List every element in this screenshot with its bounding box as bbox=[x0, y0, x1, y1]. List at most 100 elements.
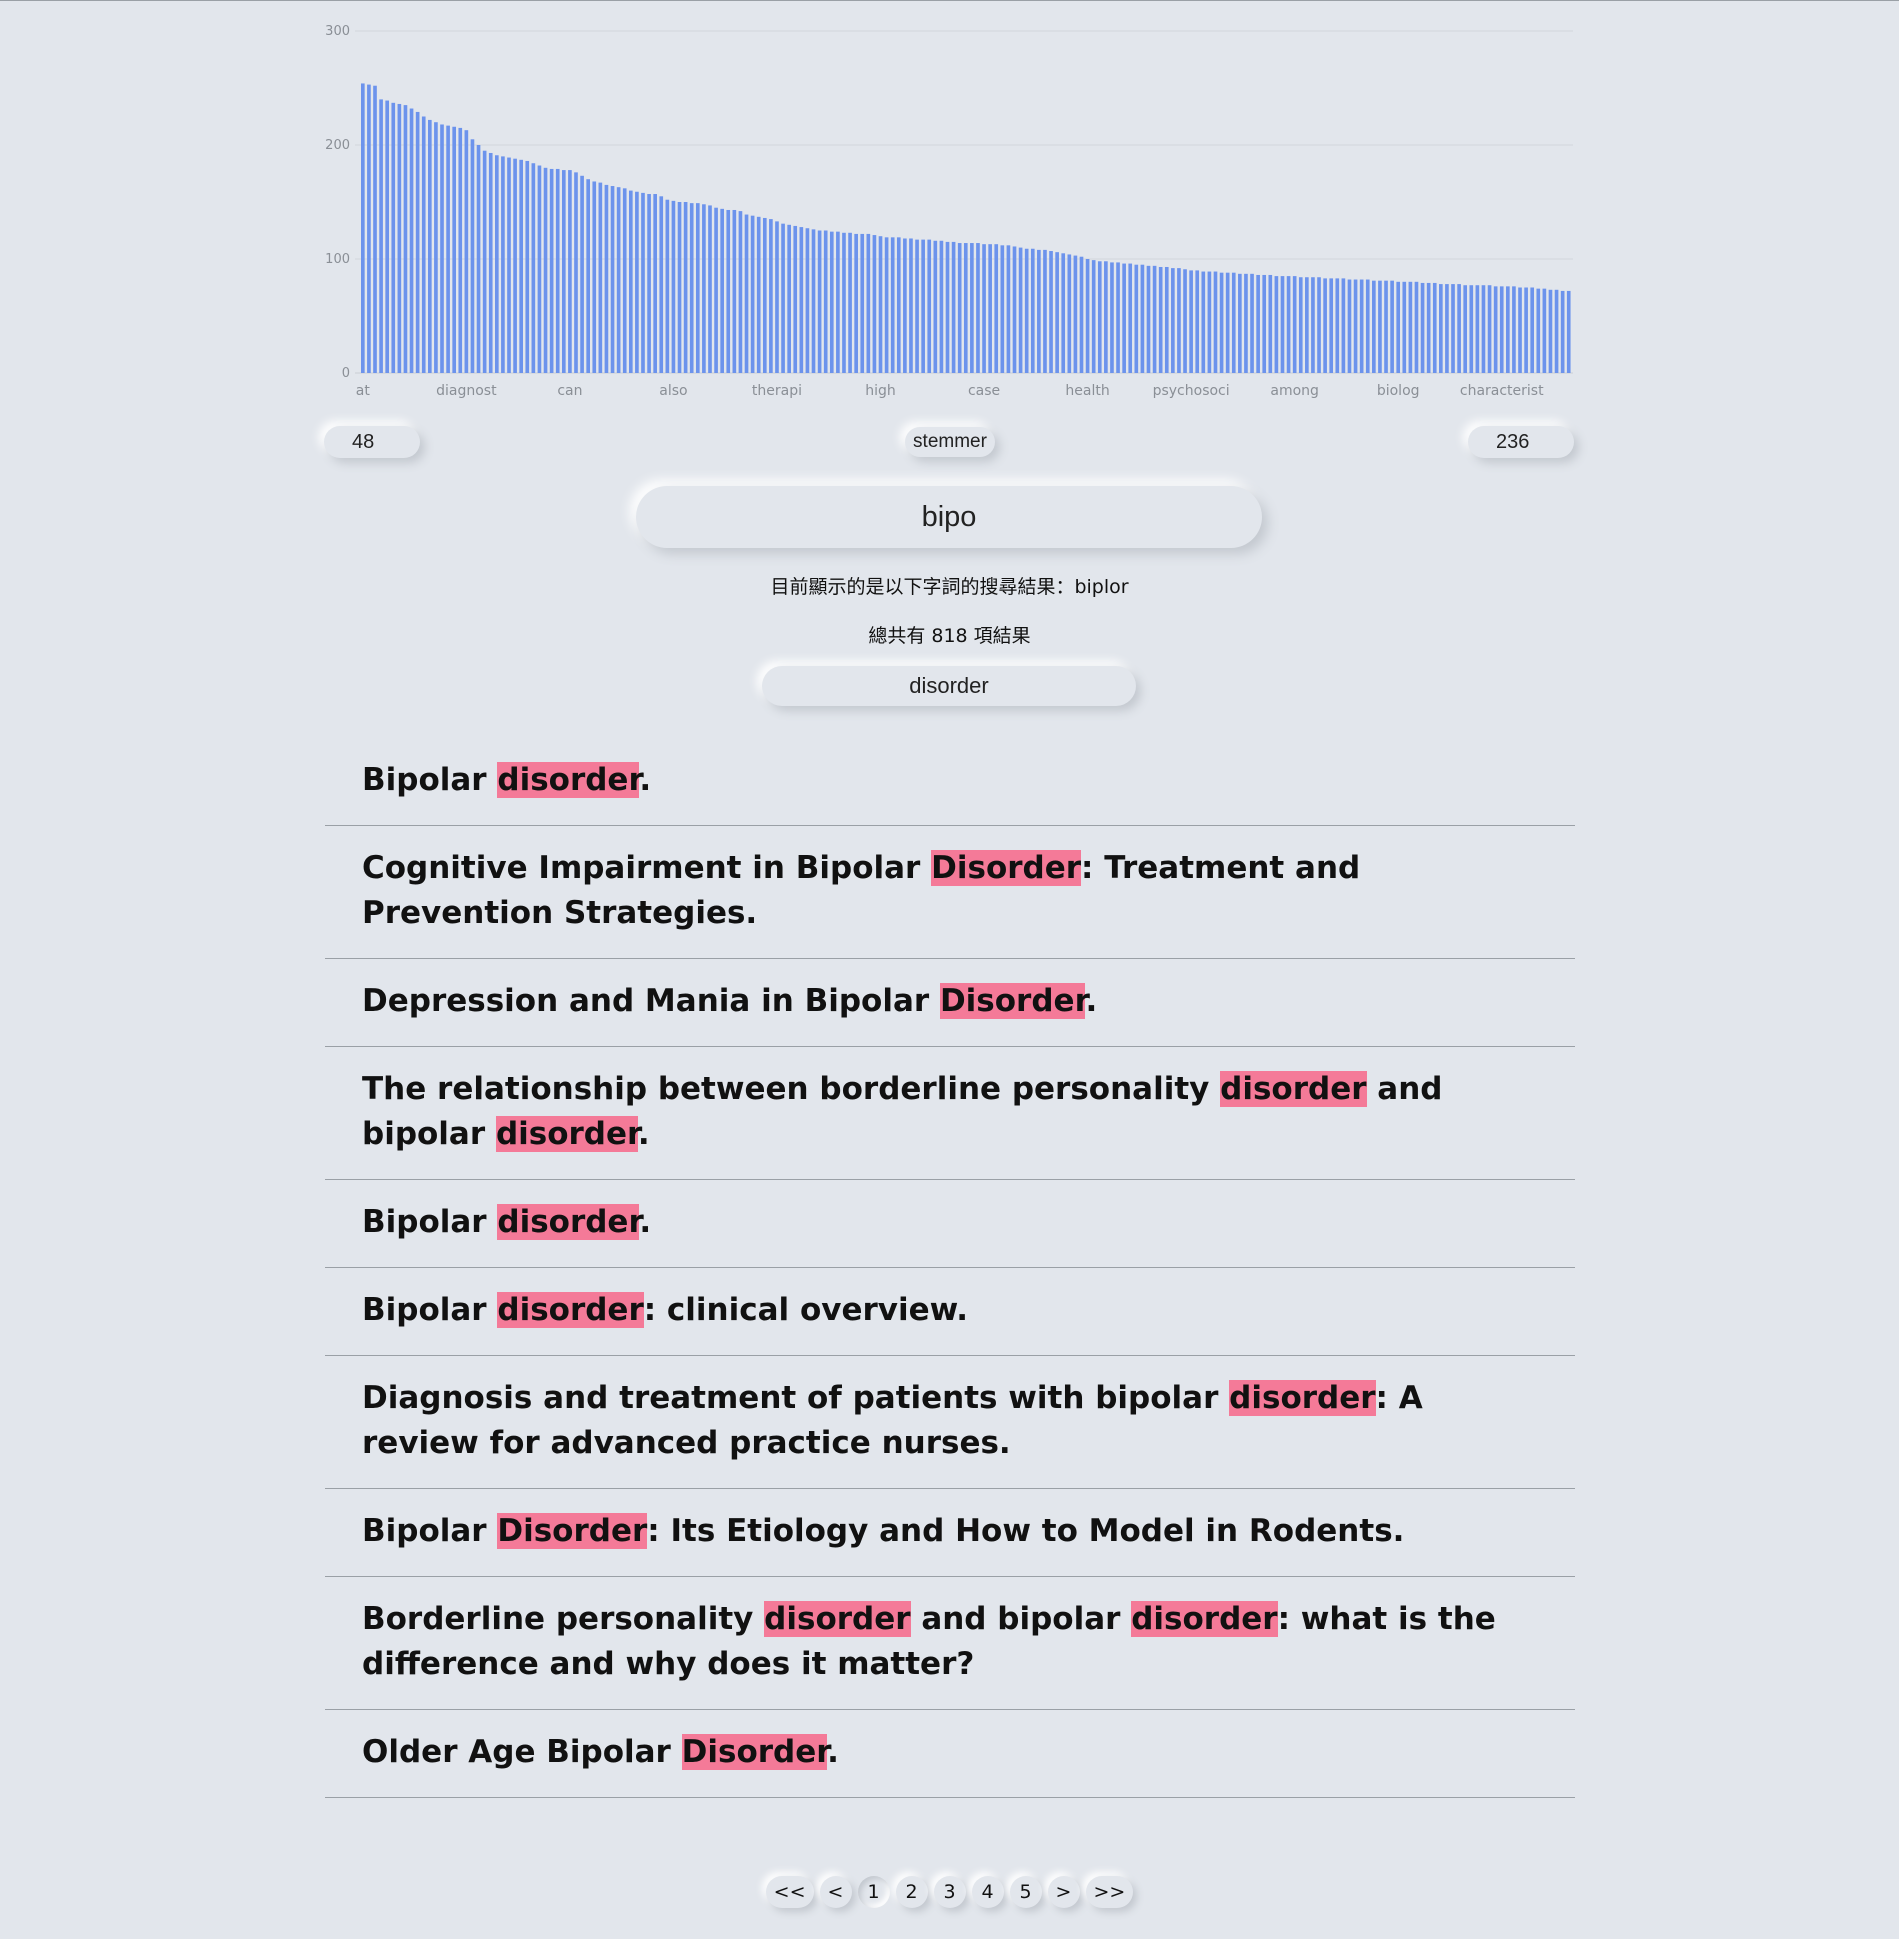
bar[interactable] bbox=[1457, 284, 1461, 373]
bar[interactable] bbox=[1164, 266, 1169, 373]
bar[interactable] bbox=[549, 168, 554, 373]
bar[interactable] bbox=[1049, 251, 1053, 373]
bar[interactable] bbox=[982, 244, 986, 373]
bar[interactable] bbox=[616, 187, 621, 373]
bar[interactable] bbox=[1530, 287, 1535, 374]
bar[interactable] bbox=[488, 152, 493, 373]
bar[interactable] bbox=[653, 194, 657, 373]
bar[interactable] bbox=[1402, 281, 1407, 373]
bar[interactable] bbox=[1378, 280, 1382, 373]
bar[interactable] bbox=[1244, 273, 1248, 373]
bar[interactable] bbox=[440, 124, 444, 373]
result-item[interactable]: Bipolar disorder: clinical overview. bbox=[325, 1268, 1575, 1356]
bar[interactable] bbox=[1536, 288, 1541, 373]
bar[interactable] bbox=[878, 236, 883, 373]
bar[interactable] bbox=[1341, 278, 1346, 373]
bar[interactable] bbox=[531, 163, 536, 373]
bar[interactable] bbox=[720, 208, 724, 373]
bar[interactable] bbox=[494, 155, 499, 373]
bar[interactable] bbox=[726, 209, 731, 373]
bar[interactable] bbox=[1171, 268, 1175, 373]
bar[interactable] bbox=[762, 217, 767, 373]
bar[interactable] bbox=[1499, 286, 1504, 373]
bar[interactable] bbox=[1030, 248, 1035, 373]
bar[interactable] bbox=[519, 159, 523, 373]
bar[interactable] bbox=[1097, 261, 1102, 373]
bar[interactable] bbox=[714, 207, 718, 373]
page-3-button[interactable]: 3 bbox=[933, 1876, 966, 1908]
bar[interactable] bbox=[823, 230, 828, 374]
search-input[interactable]: bipo bbox=[636, 486, 1262, 548]
bar[interactable] bbox=[1408, 281, 1413, 373]
bar[interactable] bbox=[799, 227, 804, 373]
bar[interactable] bbox=[1067, 254, 1072, 373]
bar[interactable] bbox=[909, 238, 913, 373]
bar[interactable] bbox=[1055, 252, 1059, 373]
bar[interactable] bbox=[744, 214, 749, 373]
bar[interactable] bbox=[957, 243, 962, 373]
bar[interactable] bbox=[1231, 272, 1236, 373]
bar[interactable] bbox=[580, 175, 584, 373]
bar[interactable] bbox=[1286, 276, 1291, 373]
bar[interactable] bbox=[1353, 279, 1358, 373]
bar[interactable] bbox=[817, 230, 822, 374]
bar[interactable] bbox=[945, 241, 950, 373]
bar[interactable] bbox=[397, 103, 402, 374]
bar[interactable] bbox=[1079, 256, 1084, 373]
bar[interactable] bbox=[1451, 284, 1455, 373]
bar[interactable] bbox=[367, 84, 371, 373]
bar[interactable] bbox=[482, 150, 487, 373]
bar[interactable] bbox=[1493, 286, 1498, 373]
bar[interactable] bbox=[470, 139, 475, 373]
bar[interactable] bbox=[951, 241, 956, 373]
bar[interactable] bbox=[1201, 271, 1206, 373]
bar[interactable] bbox=[421, 116, 426, 374]
bar[interactable] bbox=[361, 83, 365, 373]
bar[interactable] bbox=[1554, 289, 1559, 373]
bar[interactable] bbox=[921, 239, 925, 373]
bar[interactable] bbox=[385, 100, 390, 373]
bar[interactable] bbox=[963, 243, 968, 373]
bar[interactable] bbox=[574, 172, 578, 373]
bar[interactable] bbox=[622, 188, 627, 373]
bar[interactable] bbox=[1061, 253, 1066, 373]
bar[interactable] bbox=[598, 182, 603, 373]
bar[interactable] bbox=[970, 243, 974, 373]
page-5-button[interactable]: 5 bbox=[1009, 1876, 1042, 1908]
bar[interactable] bbox=[1122, 263, 1126, 373]
bar[interactable] bbox=[1445, 284, 1449, 373]
bar[interactable] bbox=[1189, 270, 1193, 373]
bar[interactable] bbox=[1372, 280, 1376, 373]
bar[interactable] bbox=[561, 170, 566, 373]
page-1-button[interactable]: 1 bbox=[857, 1876, 890, 1908]
bar[interactable] bbox=[677, 202, 682, 373]
bar[interactable] bbox=[836, 231, 840, 373]
bar[interactable] bbox=[781, 223, 785, 373]
bar[interactable] bbox=[1317, 277, 1321, 373]
bar[interactable] bbox=[903, 238, 907, 373]
bar[interactable] bbox=[379, 99, 383, 374]
bar[interactable] bbox=[933, 240, 938, 373]
bar[interactable] bbox=[1524, 287, 1528, 374]
bar[interactable] bbox=[507, 157, 511, 373]
bar[interactable] bbox=[896, 237, 901, 373]
bar[interactable] bbox=[1335, 278, 1340, 373]
bar[interactable] bbox=[1414, 281, 1419, 373]
bar[interactable] bbox=[1475, 285, 1480, 373]
bar[interactable] bbox=[604, 184, 609, 373]
bar[interactable] bbox=[769, 219, 773, 373]
bar[interactable] bbox=[738, 211, 743, 373]
bar[interactable] bbox=[708, 205, 712, 373]
result-item[interactable]: Diagnosis and treatment of patients with… bbox=[325, 1356, 1575, 1489]
bar[interactable] bbox=[1183, 269, 1187, 373]
bar[interactable] bbox=[1043, 249, 1047, 373]
bar[interactable] bbox=[683, 202, 688, 373]
min-value-input[interactable]: 48 bbox=[324, 426, 420, 458]
bar[interactable] bbox=[635, 191, 639, 373]
bar[interactable] bbox=[1274, 276, 1279, 373]
bar[interactable] bbox=[1481, 285, 1486, 373]
bar[interactable] bbox=[592, 181, 597, 373]
bar[interactable] bbox=[513, 158, 517, 373]
bar[interactable] bbox=[568, 170, 572, 373]
bar[interactable] bbox=[610, 186, 615, 373]
